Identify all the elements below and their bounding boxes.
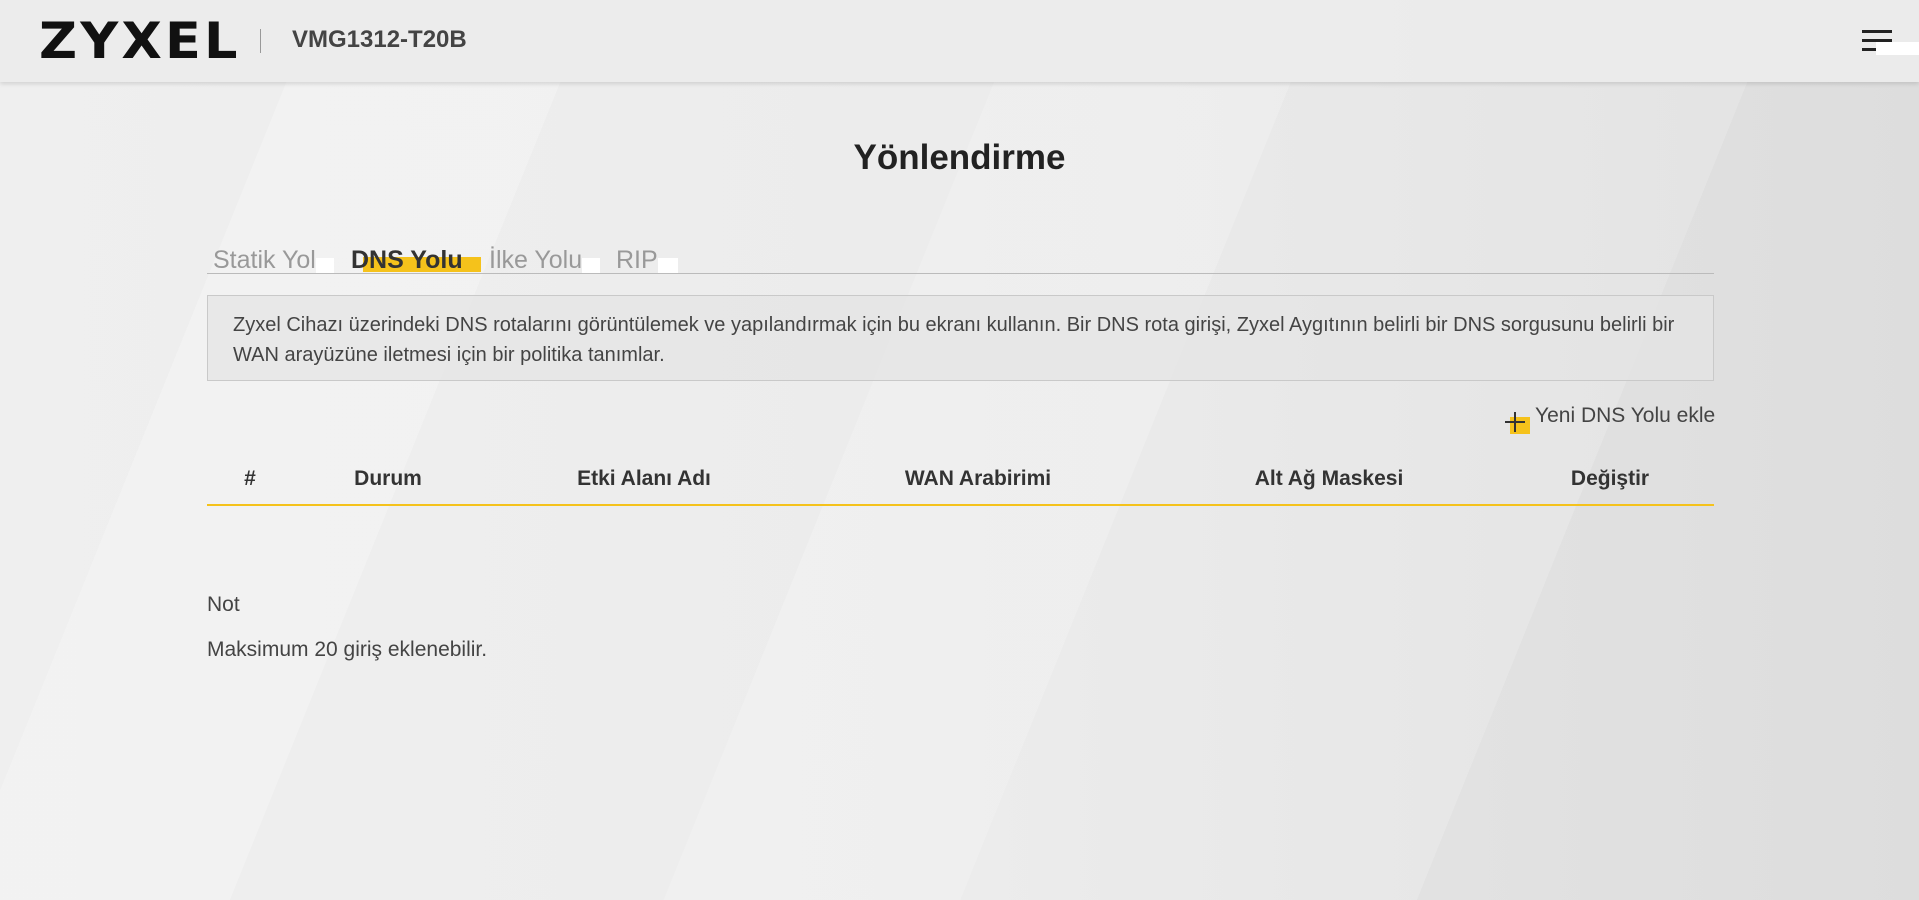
- plus-icon: [1505, 410, 1531, 434]
- top-header: ZYXEL VMG1312-T20B: [0, 0, 1919, 82]
- dns-route-table-header: # Durum Etki Alanı Adı WAN Arabirimi Alt…: [207, 464, 1714, 506]
- column-header-status: Durum: [354, 467, 422, 490]
- column-header-wan-interface: WAN Arabirimi: [904, 467, 1052, 490]
- menu-corner-mark: [1876, 42, 1919, 55]
- tab-rip[interactable]: RIP: [616, 245, 678, 275]
- column-header-domain-name: Etki Alanı Adı: [577, 467, 711, 490]
- tab-policy-route-label: İlke Yolu: [489, 246, 583, 274]
- tab-dns-route[interactable]: DNS Yolu: [351, 245, 481, 275]
- description-box: Zyxel Cihazı üzerindeki DNS rotalarını g…: [207, 295, 1714, 381]
- column-header-modify: Değiştir: [1570, 467, 1650, 490]
- tab-dns-route-label: DNS Yolu: [351, 246, 463, 274]
- device-model: VMG1312-T20B: [292, 26, 467, 53]
- tab-static-route[interactable]: Statik Yol: [213, 245, 334, 275]
- add-dns-route-label: Yeni DNS Yolu ekle: [1535, 404, 1716, 427]
- column-header-subnet-mask: Alt Ağ Maskesi: [1254, 467, 1404, 490]
- note-text: Maksimum 20 giriş eklenebilir.: [207, 638, 488, 661]
- column-header-index: #: [244, 467, 256, 490]
- zyxel-logo[interactable]: ZYXEL: [39, 16, 241, 66]
- header-divider: [260, 29, 261, 53]
- tab-policy-route[interactable]: İlke Yolu: [489, 245, 601, 275]
- note-title: Not: [207, 593, 240, 616]
- routing-tabs: Statik Yol DNS Yolu İlke Yolu RIP: [207, 245, 1714, 274]
- page-title: Yönlendirme: [853, 138, 1066, 177]
- tab-rip-label: RIP: [616, 246, 658, 274]
- tab-static-route-label: Statik Yol: [213, 246, 316, 274]
